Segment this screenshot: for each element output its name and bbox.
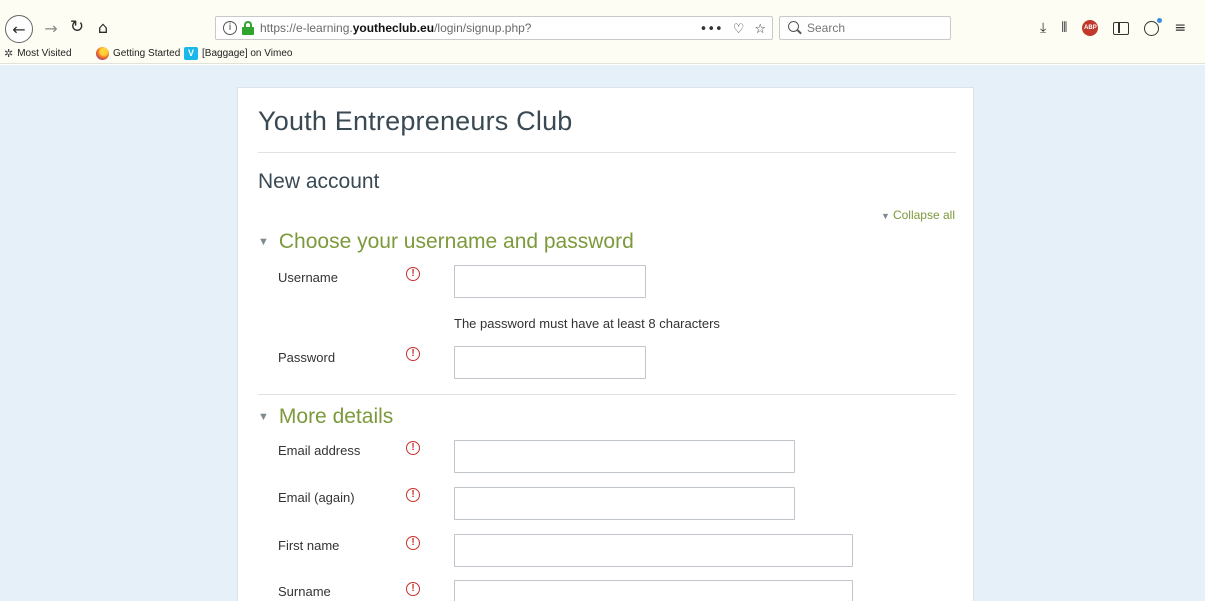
email-again-label: Email (again)	[278, 490, 355, 505]
forward-button[interactable]: →	[40, 17, 62, 39]
reload-button[interactable]: ↻	[66, 16, 88, 38]
firefox-icon	[96, 47, 109, 60]
back-arrow-icon: ←	[12, 19, 26, 39]
password-label: Password	[278, 350, 336, 365]
pocket-icon[interactable]: ♡	[733, 22, 745, 37]
url-bar[interactable]: i https://e-learning.youtheclub.eu/login…	[215, 16, 773, 40]
page-actions-icon[interactable]: •••	[700, 22, 723, 37]
lock-icon[interactable]	[242, 21, 254, 35]
bookmarks-bar: ✲ Most Visited Getting Started V [Baggag…	[0, 44, 1205, 64]
email-again-input[interactable]	[454, 487, 795, 520]
divider	[258, 394, 956, 395]
section-more-details[interactable]: ▼ More details	[258, 405, 393, 429]
surname-input[interactable]	[454, 580, 853, 601]
gear-icon: ✲	[4, 47, 14, 60]
required-icon: !	[406, 347, 420, 361]
library-icon[interactable]: ⦀	[1061, 20, 1067, 36]
required-icon: !	[406, 536, 420, 550]
site-info-icon[interactable]: i	[223, 21, 237, 35]
required-icon: !	[406, 488, 420, 502]
first-name-input[interactable]	[454, 534, 853, 567]
reload-icon: ↻	[69, 17, 85, 37]
section-toggle-icon: ▼	[258, 236, 269, 248]
divider	[258, 152, 956, 153]
bookmark-most-visited[interactable]: ✲ Most Visited	[4, 47, 72, 60]
adblock-icon[interactable]: ABP	[1082, 20, 1099, 36]
back-button[interactable]: ←	[5, 15, 33, 43]
collapse-triangle-icon: ▼	[881, 211, 890, 221]
signup-card: Youth Entrepreneurs Club New account ▼ Co…	[237, 87, 974, 601]
bookmark-getting-started[interactable]: Getting Started	[96, 47, 180, 60]
password-input[interactable]	[454, 346, 646, 379]
required-icon: !	[406, 582, 420, 596]
vimeo-icon: V	[184, 47, 198, 60]
home-icon: ⌂	[97, 17, 109, 37]
page-viewport: Youth Entrepreneurs Club New account ▼ Co…	[0, 65, 1205, 601]
username-label: Username	[278, 270, 338, 285]
surname-label: Surname	[278, 584, 331, 599]
site-title[interactable]: Youth Entrepreneurs Club	[258, 106, 573, 137]
forward-arrow-icon: →	[44, 18, 58, 38]
page-title: New account	[258, 170, 380, 193]
username-input[interactable]	[454, 265, 646, 298]
password-hint: The password must have at least 8 charac…	[454, 316, 720, 331]
bookmark-star-icon[interactable]: ☆	[754, 22, 766, 37]
account-icon[interactable]	[1144, 17, 1163, 36]
email-label: Email address	[278, 443, 361, 458]
first-name-label: First name	[278, 538, 340, 553]
section-toggle-icon: ▼	[258, 411, 269, 423]
sidebar-icon[interactable]	[1113, 21, 1130, 35]
downloads-icon[interactable]: ⤓	[1040, 20, 1046, 36]
home-button[interactable]: ⌂	[92, 16, 114, 38]
search-placeholder: Search	[807, 21, 846, 35]
section-username-password[interactable]: ▼ Choose your username and password	[258, 230, 634, 254]
required-icon: !	[406, 441, 420, 455]
required-icon: !	[406, 267, 420, 281]
search-icon	[788, 21, 799, 32]
search-input[interactable]: Search	[779, 16, 951, 40]
bookmark-vimeo[interactable]: V [Baggage] on Vimeo	[184, 47, 292, 60]
url-text[interactable]: https://e-learning.youtheclub.eu/login/s…	[260, 21, 531, 35]
collapse-all-link[interactable]: ▼ Collapse all	[881, 208, 955, 222]
browser-toolbar: ← → ↻ ⌂ i https://e-learning.youtheclub.…	[0, 0, 1205, 44]
menu-icon[interactable]: ≡	[1174, 20, 1186, 36]
email-input[interactable]	[454, 440, 795, 473]
